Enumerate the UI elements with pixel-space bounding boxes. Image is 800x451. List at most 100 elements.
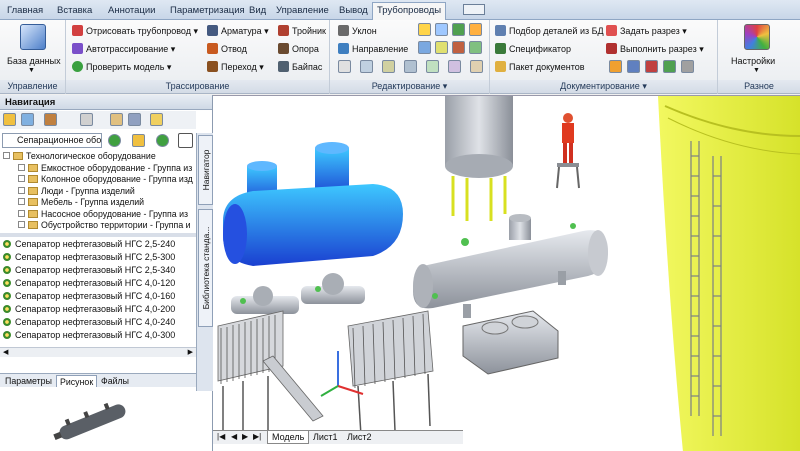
list-item[interactable]: Сепаратор нефтегазовый НГС 4,0-300 <box>0 329 196 342</box>
copy-icon[interactable] <box>21 113 34 126</box>
category-combo[interactable]: Сепарационное обор... <box>2 133 102 148</box>
tree-item[interactable]: Люди - Группа изделий <box>0 186 196 198</box>
doc-tool-icon-3[interactable] <box>645 60 658 73</box>
direction-button[interactable]: Направление <box>338 41 408 57</box>
tab-navigator[interactable]: Навигатор <box>198 135 213 205</box>
tab-insert[interactable]: Вставка <box>57 3 92 20</box>
list-item[interactable]: Сепаратор нефтегазовый НГС 2,5-300 <box>0 251 196 264</box>
tree-item[interactable]: Мебель - Группа изделий <box>0 197 196 209</box>
collapse-icon[interactable] <box>3 152 10 159</box>
tab-sheet1[interactable]: Лист1 <box>309 431 342 444</box>
folder-open-icon[interactable] <box>3 113 16 126</box>
tab-view[interactable]: Вид <box>249 3 266 20</box>
nav-last-icon[interactable]: ▶| <box>253 432 261 441</box>
nav-first-icon[interactable]: |◀ <box>217 432 225 441</box>
nav-prev-icon[interactable]: ◀ <box>231 432 237 441</box>
edit-tool-icon-11[interactable] <box>382 60 395 73</box>
nav-action-icon[interactable] <box>156 134 169 147</box>
doc-package-button[interactable]: Пакет документов <box>495 59 585 75</box>
pin-icon[interactable] <box>178 133 193 148</box>
list-item[interactable]: Сепаратор нефтегазовый НГС 4,0-120 <box>0 277 196 290</box>
tab-annotations[interactable]: Аннотации <box>108 3 156 20</box>
list-item[interactable]: Сепаратор нефтегазовый НГС 4,0-200 <box>0 303 196 316</box>
tab-model[interactable]: Модель <box>267 431 310 444</box>
folder-icon[interactable] <box>132 134 145 147</box>
tab-parameters[interactable]: Параметры <box>2 375 55 387</box>
edit-tool-icon-6[interactable] <box>435 41 448 54</box>
edit-tool-icon-5[interactable] <box>418 41 431 54</box>
doc-tool-icon-2[interactable] <box>627 60 640 73</box>
doc-tool-icon-4[interactable] <box>663 60 676 73</box>
bypass-button[interactable]: Байпас <box>278 59 322 75</box>
settings-chevron-icon[interactable]: ▼ <box>753 63 760 79</box>
list-view-icon[interactable] <box>80 113 93 126</box>
pick-parts-button[interactable]: Подбор деталей из БД <box>495 23 604 39</box>
expand-icon[interactable] <box>18 175 25 182</box>
tree-item-root[interactable]: Технологическое оборудование <box>0 151 196 163</box>
scene-canvas[interactable] <box>213 96 800 451</box>
blue-separator-vessel[interactable] <box>223 142 403 266</box>
chevron-down-icon[interactable]: ▼ <box>28 63 35 79</box>
horizontal-scrollbar[interactable]: ◀ ▶ <box>0 347 196 357</box>
tab-parametrization[interactable]: Параметризация <box>170 3 245 20</box>
tab-pipelines[interactable]: Трубопроводы <box>372 2 447 21</box>
storage-tank[interactable] <box>658 96 800 451</box>
panel-toggle-icon[interactable] <box>463 4 485 15</box>
model-viewport[interactable] <box>213 95 800 451</box>
doc-tool-icon-5[interactable] <box>681 60 694 73</box>
edit-tool-icon-13[interactable] <box>426 60 439 73</box>
filter-icon[interactable] <box>128 113 141 126</box>
tab-standard-library[interactable]: Библиотека станда... <box>198 209 213 327</box>
edit-tool-icon-3[interactable] <box>452 23 465 36</box>
refresh-icon[interactable] <box>108 134 121 147</box>
binoculars-icon[interactable] <box>110 113 123 126</box>
tee-button[interactable]: Тройник <box>278 23 326 39</box>
tree-item[interactable]: Насосное оборудование - Группа из <box>0 209 196 221</box>
draw-pipe-button[interactable]: Отрисовать трубопровод ▾ <box>72 23 198 39</box>
tree-item[interactable]: Колонное оборудование - Группа изд <box>0 174 196 186</box>
edit-tool-icon-2[interactable] <box>435 23 448 36</box>
star-icon[interactable] <box>150 113 163 126</box>
elbow-button[interactable]: Отвод <box>207 41 247 57</box>
equipment-block[interactable] <box>462 310 559 375</box>
tab-manage[interactable]: Управление <box>276 3 329 20</box>
splitter[interactable] <box>0 233 196 237</box>
tab-picture[interactable]: Рисунок <box>56 375 98 387</box>
list-item[interactable]: Сепаратор нефтегазовый НГС 4,0-160 <box>0 290 196 303</box>
tab-sheet2[interactable]: Лист2 <box>343 431 376 444</box>
scroll-left-icon[interactable]: ◀ <box>3 348 8 356</box>
scroll-right-icon[interactable]: ▶ <box>188 348 193 356</box>
edit-tool-icon-8[interactable] <box>469 41 482 54</box>
fittings-button[interactable]: Арматура ▾ <box>207 23 269 39</box>
edit-tool-icon-12[interactable] <box>404 60 417 73</box>
edit-tool-icon-15[interactable] <box>470 60 483 73</box>
tab-home[interactable]: Главная <box>7 3 43 20</box>
expand-icon[interactable] <box>18 209 25 217</box>
edit-tool-icon-9[interactable] <box>338 60 351 73</box>
slope-button[interactable]: Уклон <box>338 23 377 39</box>
tree-item[interactable]: Емкостное оборудование - Группа из <box>0 163 196 175</box>
pump-units[interactable] <box>231 273 365 314</box>
set-section-button[interactable]: Задать разрез ▾ <box>606 23 687 39</box>
list-item[interactable]: Сепаратор нефтегазовый НГС 2,5-240 <box>0 238 196 251</box>
autoroute-button[interactable]: Автотрассирование ▾ <box>72 41 175 57</box>
expand-icon[interactable] <box>18 221 25 228</box>
tab-output[interactable]: Вывод <box>339 3 368 20</box>
tree-item[interactable]: Обустройство территории - Группа и <box>0 220 196 231</box>
expand-icon[interactable] <box>18 198 25 205</box>
check-model-button[interactable]: Проверить модель ▾ <box>72 59 171 75</box>
edit-tool-icon-4[interactable] <box>469 23 482 36</box>
expand-icon[interactable] <box>18 186 25 194</box>
edit-tool-icon-14[interactable] <box>448 60 461 73</box>
expand-icon[interactable] <box>18 163 25 171</box>
nav-next-icon[interactable]: ▶ <box>242 432 248 441</box>
move-icon[interactable] <box>44 113 57 126</box>
list-item[interactable]: Сепаратор нефтегазовый НГС 4,0-240 <box>0 316 196 329</box>
support-button[interactable]: Опора <box>278 41 319 57</box>
gray-separator-vessel[interactable] <box>413 214 608 318</box>
tab-files[interactable]: Файлы <box>98 375 132 387</box>
vertical-vessel[interactable] <box>445 96 513 221</box>
spec-button[interactable]: Спецификатор <box>495 41 571 57</box>
reducer-button[interactable]: Переход ▾ <box>207 59 264 75</box>
edit-tool-icon-7[interactable] <box>452 41 465 54</box>
